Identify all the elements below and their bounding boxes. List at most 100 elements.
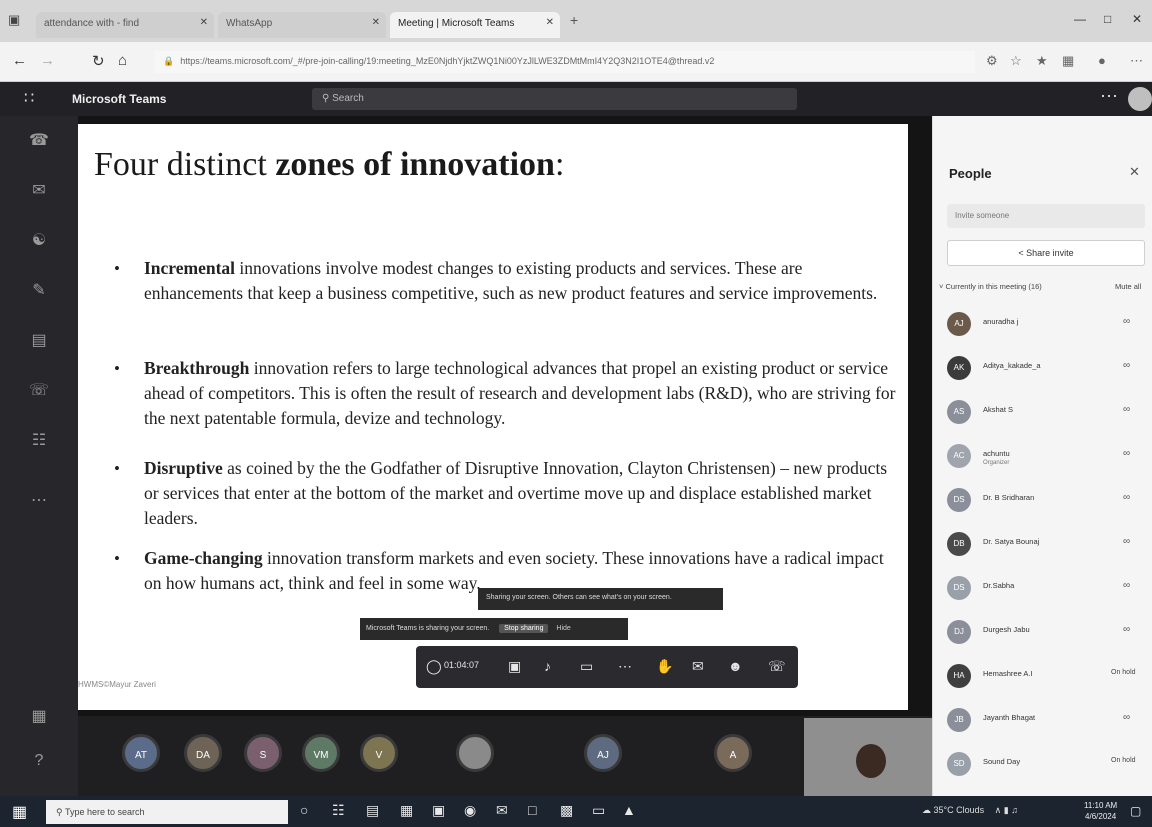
participant-name: Sound Day	[983, 757, 1021, 766]
minimize-icon[interactable]: —	[1074, 12, 1086, 26]
hang-up-icon[interactable]: ☏	[768, 658, 786, 675]
maximize-icon[interactable]: □	[1104, 12, 1111, 26]
close-icon[interactable]: ✕	[372, 17, 380, 28]
favorites-icon[interactable]: ★	[1036, 53, 1048, 69]
invite-input[interactable]: Invite someone	[947, 204, 1145, 228]
avatar: AS	[947, 400, 971, 424]
avatar: JB	[947, 708, 971, 732]
participant-row[interactable]: SD Sound Day On hold	[945, 748, 1145, 788]
participant-name: Dr. Satya Bounaj	[983, 537, 1040, 546]
rail-item-activity[interactable]: ☎	[22, 130, 56, 150]
participant-row[interactable]: JB Jayanth Bhagat ∞	[945, 704, 1145, 744]
taskbar-clock[interactable]: 11:10 AM 4/6/2024	[1084, 800, 1117, 822]
microphone-off-icon: ∞	[1123, 404, 1131, 415]
tab-actions-icon[interactable]: ▣	[8, 12, 20, 28]
participant-row[interactable]: DS Dr.Sabha ∞	[945, 572, 1145, 612]
edge-icon[interactable]: ◉	[464, 802, 476, 819]
rail-item-chat[interactable]: ✉	[22, 180, 56, 200]
participant-avatar[interactable]: VM	[302, 734, 340, 772]
word-icon[interactable]: □	[528, 802, 536, 818]
rail-item-calendar[interactable]: ▤	[22, 330, 56, 350]
bullet-term: Incremental	[144, 258, 236, 278]
participant-row[interactable]: AJ anuradha j ∞	[945, 308, 1145, 348]
powerpoint-icon[interactable]: ▭	[592, 802, 605, 819]
participant-avatar[interactable]: S	[244, 734, 282, 772]
participant-row[interactable]: AS Akshat S ∞	[945, 396, 1145, 436]
forward-icon[interactable]: →	[40, 52, 55, 69]
rail-item-apps[interactable]: ▦	[22, 706, 56, 726]
participant-row[interactable]: DB Dr. Satya Bounaj ∞	[945, 528, 1145, 568]
profile-icon[interactable]: ●	[1098, 53, 1106, 68]
home-icon[interactable]: ⌂	[118, 52, 127, 69]
share-invite-button[interactable]: < Share invite	[947, 240, 1145, 266]
extensions-icon[interactable]: ⚙	[986, 53, 998, 69]
cortana-icon[interactable]: ○	[300, 802, 308, 818]
browser-tab[interactable]: WhatsApp ✕	[218, 12, 386, 38]
mail-icon[interactable]: ✉	[496, 802, 508, 819]
rail-item-files[interactable]: ☷	[22, 430, 56, 450]
windows-taskbar: ▦ ⚲ Type here to search ○ ☷ ▤ ▦ ▣ ◉ ✉ □ …	[0, 796, 1152, 827]
participant-avatar[interactable]: A	[714, 734, 752, 772]
participant-row[interactable]: AC achuntu Organizer ∞	[945, 440, 1145, 480]
rail-item-help[interactable]: ?	[22, 752, 56, 770]
close-icon[interactable]: ✕	[546, 17, 554, 28]
browser-tab[interactable]: attendance with - find ✕	[36, 12, 214, 38]
participant-avatar[interactable]: AJ	[584, 734, 622, 772]
notifications-icon[interactable]: ▢	[1130, 804, 1141, 818]
bullet-text: innovations involve modest changes to ex…	[144, 258, 878, 303]
close-icon[interactable]: ✕	[1129, 164, 1140, 180]
windows-start-icon[interactable]: ▦	[12, 802, 27, 822]
new-tab-icon[interactable]: +	[570, 12, 578, 28]
address-bar[interactable]: 🔒 https://teams.microsoft.com/_#/pre-join…	[155, 51, 975, 73]
participant-row[interactable]: DJ Durgesh Jabu ∞	[945, 616, 1145, 656]
store-icon[interactable]: ▦	[400, 802, 413, 819]
task-view-icon[interactable]: ☷	[332, 802, 345, 819]
chat-icon[interactable]: ✉	[692, 658, 704, 675]
more-icon[interactable]: ⋯	[1130, 53, 1143, 69]
camera-icon[interactable]: ▣	[508, 658, 521, 675]
microphone-icon[interactable]: ♪	[544, 658, 551, 674]
help-icon: ?	[34, 752, 44, 769]
bullet-term: Game-changing	[144, 548, 263, 568]
browser-tab-active[interactable]: Meeting | Microsoft Teams ✕	[390, 12, 560, 38]
system-tray-icons[interactable]: ∧ ▮ ♫	[995, 805, 1018, 815]
clock-date: 4/6/2024	[1085, 812, 1117, 821]
app-launcher-icon[interactable]: ∷	[24, 88, 34, 108]
share-screen-icon[interactable]: ▭	[580, 658, 593, 675]
participant-video-tile[interactable]	[804, 718, 932, 796]
back-icon[interactable]: ←	[12, 52, 27, 69]
reload-icon[interactable]: ↻	[92, 52, 105, 70]
close-icon[interactable]: ✕	[200, 17, 208, 28]
taskbar-search-input[interactable]: ⚲ Type here to search	[46, 800, 288, 824]
raise-hand-icon[interactable]: ✋	[656, 658, 673, 675]
participant-row[interactable]: HA Hemashree A.I On hold	[945, 660, 1145, 700]
hide-banner-button[interactable]: Hide	[556, 625, 570, 632]
mute-all-button[interactable]: Mute all	[1115, 282, 1141, 291]
participant-avatar[interactable]: DA	[184, 734, 222, 772]
current-participants-label[interactable]: ˅ Currently in this meeting (16)	[939, 282, 1042, 291]
participants-icon[interactable]: ☻	[728, 658, 743, 674]
more-options-icon[interactable]: ⋯	[1100, 86, 1118, 107]
file-explorer-icon[interactable]: ▤	[366, 802, 379, 819]
collections-icon[interactable]: ▦	[1062, 53, 1074, 69]
app-icon[interactable]: ▲	[622, 802, 636, 818]
stop-sharing-button[interactable]: Stop sharing	[499, 624, 549, 633]
participant-avatar[interactable]: V	[360, 734, 398, 772]
teams-taskbar-icon[interactable]: ▣	[432, 802, 445, 819]
more-actions-icon[interactable]: ⋯	[618, 658, 632, 675]
rail-item-more[interactable]: ⋯	[22, 490, 56, 510]
participant-row[interactable]: AK Aditya_kakade_a ∞	[945, 352, 1145, 392]
participant-avatar[interactable]	[456, 734, 494, 772]
participant-avatar[interactable]: AT	[122, 734, 160, 772]
window-close-icon[interactable]: ✕	[1132, 12, 1142, 26]
call-controls: ◯ 01:04:07 ▣ ♪ ▭ ⋯ ✋ ✉ ☻ ☏	[416, 646, 798, 688]
participant-row[interactable]: DS Dr. B Sridharan ∞	[945, 484, 1145, 524]
rail-item-teams[interactable]: ☯	[22, 230, 56, 250]
avatar[interactable]	[1128, 87, 1152, 111]
weather-widget[interactable]: ☁ 35°C Clouds ∧ ▮ ♫	[922, 805, 1018, 816]
excel-icon[interactable]: ▩	[560, 802, 573, 819]
rail-item-calls[interactable]: ☏	[22, 380, 56, 400]
rail-item-assignments[interactable]: ✎	[22, 280, 56, 300]
search-input[interactable]: ⚲ Search	[312, 88, 797, 110]
favorite-icon[interactable]: ☆	[1010, 53, 1022, 69]
